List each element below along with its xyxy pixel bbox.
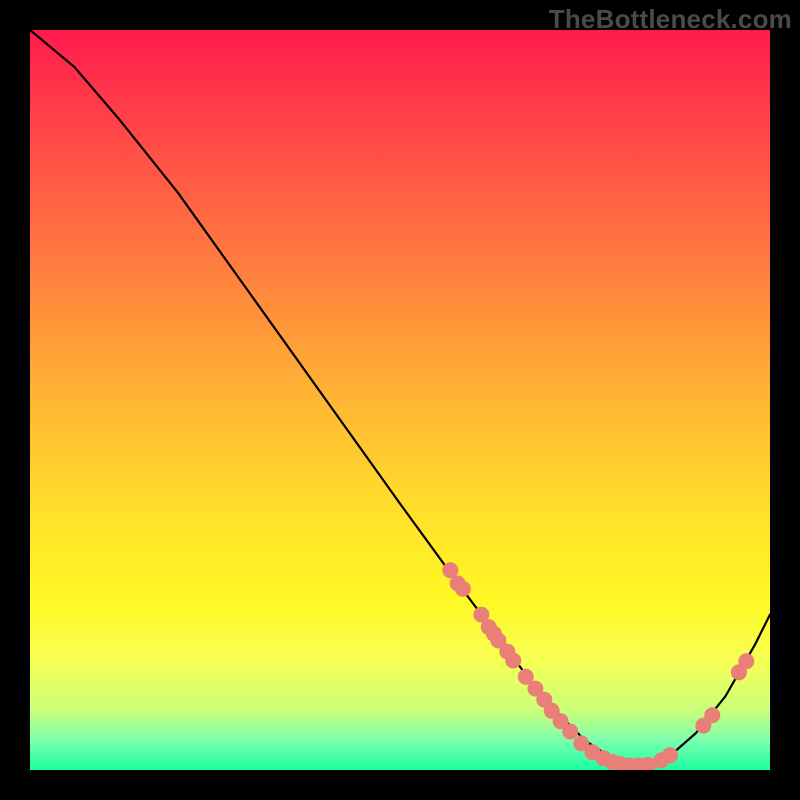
data-point — [662, 747, 678, 763]
data-point — [704, 707, 720, 723]
data-point — [505, 652, 521, 668]
scatter-dots — [442, 562, 754, 770]
watermark-text: TheBottleneck.com — [549, 4, 792, 35]
data-point — [562, 724, 578, 740]
data-point — [738, 653, 754, 669]
data-point — [455, 581, 471, 597]
chart-svg — [30, 30, 770, 770]
chart-frame — [30, 30, 770, 770]
bottleneck-curve — [30, 30, 770, 766]
